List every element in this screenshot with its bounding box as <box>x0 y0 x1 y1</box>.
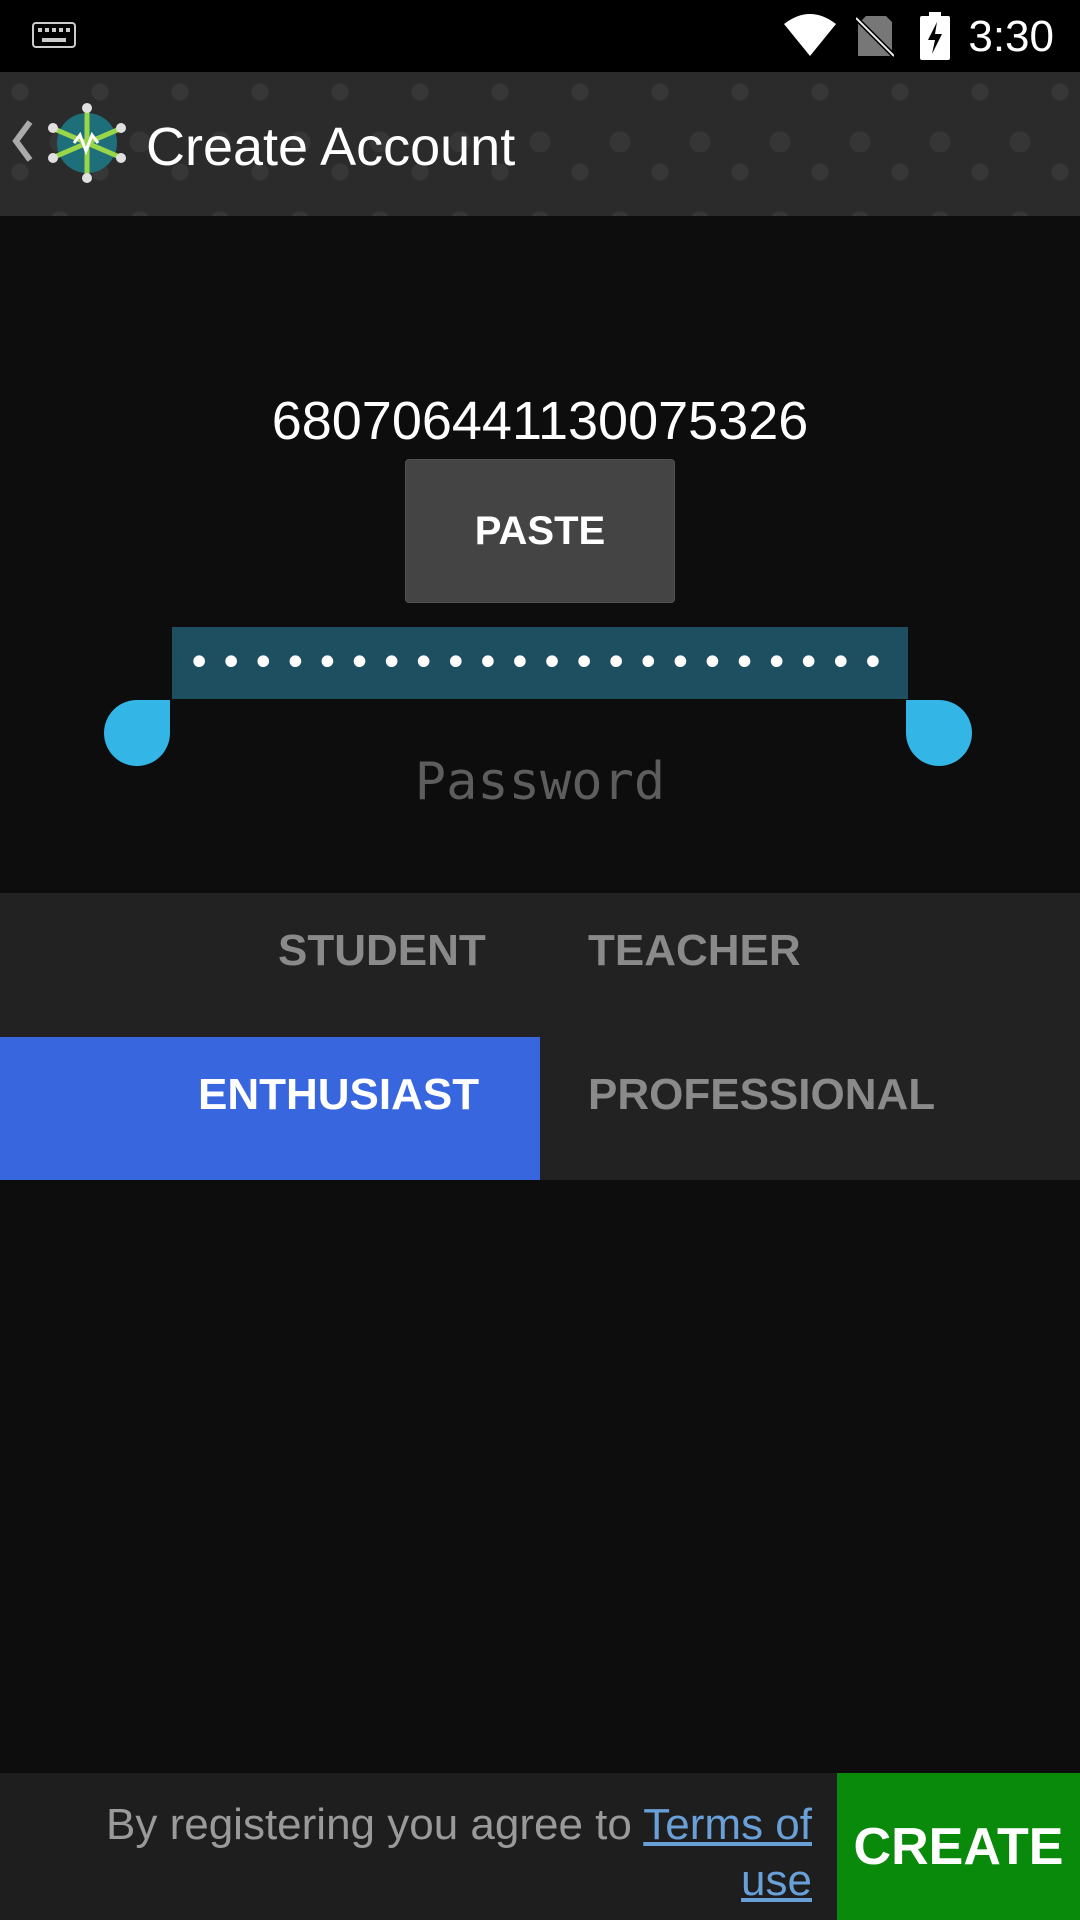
page-title: Create Account <box>146 117 516 177</box>
back-chevron-icon[interactable] <box>10 116 34 171</box>
battery-charging-icon <box>920 12 950 65</box>
terms-prefix: By registering you agree to <box>106 1800 644 1849</box>
terms-text: By registering you agree to Terms of use <box>30 1797 812 1909</box>
paste-button[interactable]: PASTE <box>405 459 675 603</box>
status-bar: 3:30 <box>0 0 1080 72</box>
role-professional[interactable]: PROFESSIONAL <box>588 1070 935 1120</box>
role-student[interactable]: STUDENT <box>278 926 486 976</box>
role-teacher[interactable]: TEACHER <box>588 926 801 976</box>
app-logo-icon[interactable] <box>44 100 130 191</box>
action-bar: Create Account <box>0 72 1080 216</box>
account-id: 680706441130075326 <box>271 391 809 451</box>
password-field[interactable]: •••••••••••••••••••••• <box>172 627 908 699</box>
password-hint: Password <box>414 752 666 812</box>
terms-link[interactable]: Terms of use <box>643 1800 812 1905</box>
status-clock: 3:30 <box>968 12 1054 61</box>
wifi-icon <box>782 12 838 63</box>
no-sim-icon <box>854 14 896 63</box>
keyboard-icon <box>32 22 76 53</box>
create-button[interactable]: CREATE <box>837 1773 1080 1920</box>
role-enthusiast[interactable]: ENTHUSIAST <box>198 1070 479 1120</box>
